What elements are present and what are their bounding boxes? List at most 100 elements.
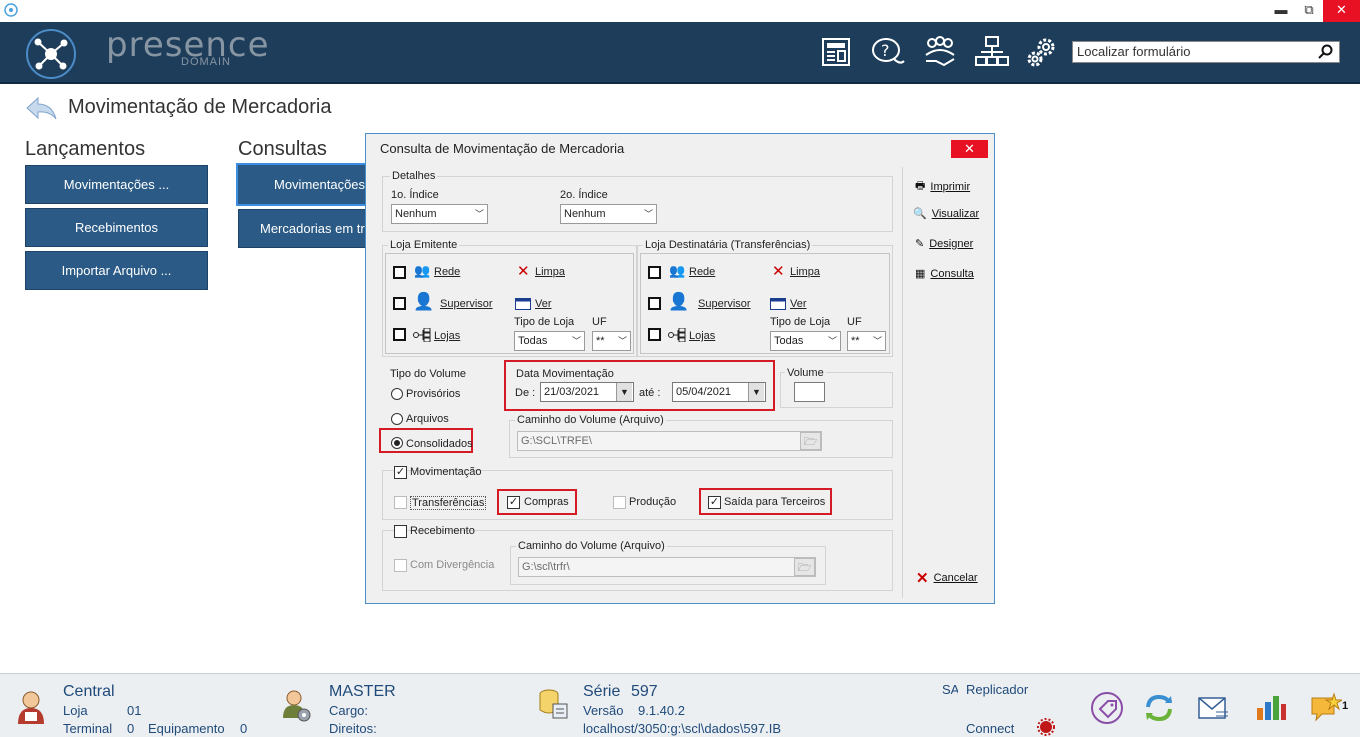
- user-settings-icon: [283, 690, 311, 722]
- dialog-close-button[interactable]: ✕: [951, 140, 988, 158]
- minimize-button[interactable]: ▬: [1266, 0, 1296, 22]
- side-panel: [902, 167, 992, 598]
- news-icon[interactable]: [818, 34, 854, 70]
- saida-checkbox[interactable]: ✓: [708, 496, 721, 509]
- central-label: Central: [63, 683, 115, 700]
- movimentacao-label: Movimentação: [410, 466, 482, 478]
- network-people-icon: 👥: [414, 263, 431, 278]
- folder-open-icon[interactable]: 🗁: [800, 432, 821, 450]
- help-chat-icon[interactable]: ?: [870, 34, 906, 70]
- consolidados-label: Consolidados: [406, 438, 473, 450]
- emitente-ver-link[interactable]: Ver: [535, 298, 552, 310]
- arquivos-radio[interactable]: [391, 413, 403, 425]
- importar-arquivo-button[interactable]: Importar Arquivo ...: [25, 251, 208, 290]
- transferencias-checkbox[interactable]: [394, 496, 407, 509]
- connect-label: Connect: [966, 721, 1015, 736]
- consulta-button[interactable]: ▦ Consulta: [915, 267, 974, 281]
- recebimento-label: Recebimento: [410, 525, 475, 537]
- loja-value: 01: [127, 703, 142, 718]
- limpa-x-icon[interactable]: ✕: [772, 262, 785, 280]
- saida-label: Saída para Terceiros: [724, 496, 826, 508]
- limpa-x-icon[interactable]: ✕: [517, 262, 530, 280]
- replicador-label: Replicador: [966, 682, 1029, 697]
- dest-rede-checkbox[interactable]: [648, 266, 661, 279]
- molecule-logo-icon: [26, 29, 76, 79]
- svg-text:?: ?: [881, 41, 890, 60]
- folder-open-icon[interactable]: 🗁: [794, 558, 815, 576]
- ate-label: até :: [639, 387, 661, 399]
- lojas-tree-icon: [668, 328, 686, 342]
- equipamento-value: 0: [240, 721, 248, 736]
- equipamento-label: Equipamento: [148, 721, 225, 736]
- caminho-volume-input[interactable]: G:\SCL\TRFE\: [517, 431, 822, 451]
- indice1-label: 1o. Índice: [391, 189, 439, 201]
- dest-ver-link[interactable]: Ver: [790, 298, 807, 310]
- emitente-limpa-link[interactable]: Limpa: [535, 266, 565, 278]
- indice2-select[interactable]: Nenhum ﹀: [560, 204, 657, 224]
- caminho-volume-value: G:\SCL\TRFE\: [521, 435, 592, 447]
- dest-limpa-link[interactable]: Limpa: [790, 266, 820, 278]
- supervisor-icon: 👤: [413, 292, 435, 311]
- dest-tipo-loja-select[interactable]: Todas ﹀: [770, 331, 841, 351]
- bar-chart-icon[interactable]: [1255, 692, 1287, 722]
- dropdown-arrow-icon[interactable]: ▼: [616, 383, 632, 401]
- mercadorias-em-transito-button[interactable]: Mercadorias em tr: [238, 209, 366, 248]
- producao-checkbox[interactable]: [613, 496, 626, 509]
- search-input[interactable]: Localizar formulário: [1072, 41, 1340, 63]
- imprimir-label: Imprimir: [930, 180, 971, 193]
- supervisor-icon: 👤: [668, 292, 690, 311]
- close-window-button[interactable]: ✕: [1323, 0, 1360, 22]
- volume-input[interactable]: [794, 382, 825, 402]
- emitente-supervisor-label: Supervisor: [440, 298, 493, 310]
- tag-icon[interactable]: [1090, 691, 1124, 725]
- movimentacao-checkbox[interactable]: ✓: [394, 466, 407, 479]
- movimentacoes-consulta-button[interactable]: Movimentações: [236, 163, 368, 206]
- consulta-dialog: Consulta de Movimentação de Mercadoria ✕…: [365, 133, 995, 604]
- compras-checkbox[interactable]: ✓: [507, 496, 520, 509]
- imprimir-button[interactable]: 🖶 Imprimir: [915, 177, 970, 196]
- dest-uf-value: **: [851, 335, 860, 347]
- recebimento-caminho-input[interactable]: G:\scl\trfr\: [518, 557, 816, 577]
- search-icon[interactable]: [1318, 44, 1334, 60]
- emitente-supervisor-checkbox[interactable]: [393, 297, 406, 310]
- movimentacoes-launch-button[interactable]: Movimentações ...: [25, 165, 208, 204]
- recebimento-checkbox[interactable]: [394, 525, 407, 538]
- designer-button[interactable]: ✎ Designer: [915, 237, 973, 251]
- db-path: localhost/3050:g:\scl\dados\597.IB: [583, 721, 782, 736]
- printer-icon: 🖶: [915, 180, 926, 192]
- cancelar-button[interactable]: ✕ Cancelar: [916, 569, 978, 587]
- provisorios-radio[interactable]: [391, 388, 403, 400]
- caminho-volume-title: Caminho do Volume (Arquivo): [515, 414, 666, 426]
- indice2-label: 2o. Índice: [560, 189, 608, 201]
- recebimentos-button[interactable]: Recebimentos: [25, 208, 208, 247]
- dest-tipo-loja-value: Todas: [774, 335, 804, 347]
- back-arrow-icon[interactable]: [24, 95, 58, 121]
- indice1-select[interactable]: Nenhum ﹀: [391, 204, 488, 224]
- user-avatar-icon: [18, 691, 44, 724]
- emitente-lojas-checkbox[interactable]: [393, 328, 406, 341]
- network-people-icon: 👥: [669, 263, 686, 278]
- ver-window-icon[interactable]: [515, 298, 531, 310]
- direitos-label: Direitos:: [329, 721, 377, 736]
- consolidados-radio[interactable]: [391, 437, 403, 449]
- dropdown-arrow-icon[interactable]: ▼: [748, 383, 764, 401]
- network-icon[interactable]: [974, 34, 1010, 70]
- emitente-rede-checkbox[interactable]: [393, 266, 406, 279]
- visualizar-button[interactable]: 🔍 Visualizar: [913, 207, 979, 221]
- restore-button[interactable]: ⧉: [1294, 0, 1324, 22]
- users-hand-icon[interactable]: [922, 34, 958, 70]
- dest-lojas-checkbox[interactable]: [648, 328, 661, 341]
- dest-supervisor-checkbox[interactable]: [648, 297, 661, 310]
- de-label: De :: [515, 387, 536, 399]
- notification-count: 1: [1342, 700, 1349, 712]
- sync-refresh-icon[interactable]: [1143, 693, 1175, 723]
- notification-chat-icon[interactable]: [1310, 692, 1342, 722]
- com-divergencia-checkbox[interactable]: [394, 559, 407, 572]
- ver-window-icon[interactable]: [770, 298, 786, 310]
- emitente-tipo-loja-select[interactable]: Todas ﹀: [514, 331, 585, 351]
- settings-gears-icon[interactable]: [1024, 34, 1060, 70]
- dest-uf-select[interactable]: ** ﹀: [847, 331, 886, 351]
- data-ate-value: 05/04/2021: [676, 386, 732, 398]
- emitente-uf-select[interactable]: ** ﹀: [592, 331, 631, 351]
- mail-icon[interactable]: [1198, 694, 1230, 722]
